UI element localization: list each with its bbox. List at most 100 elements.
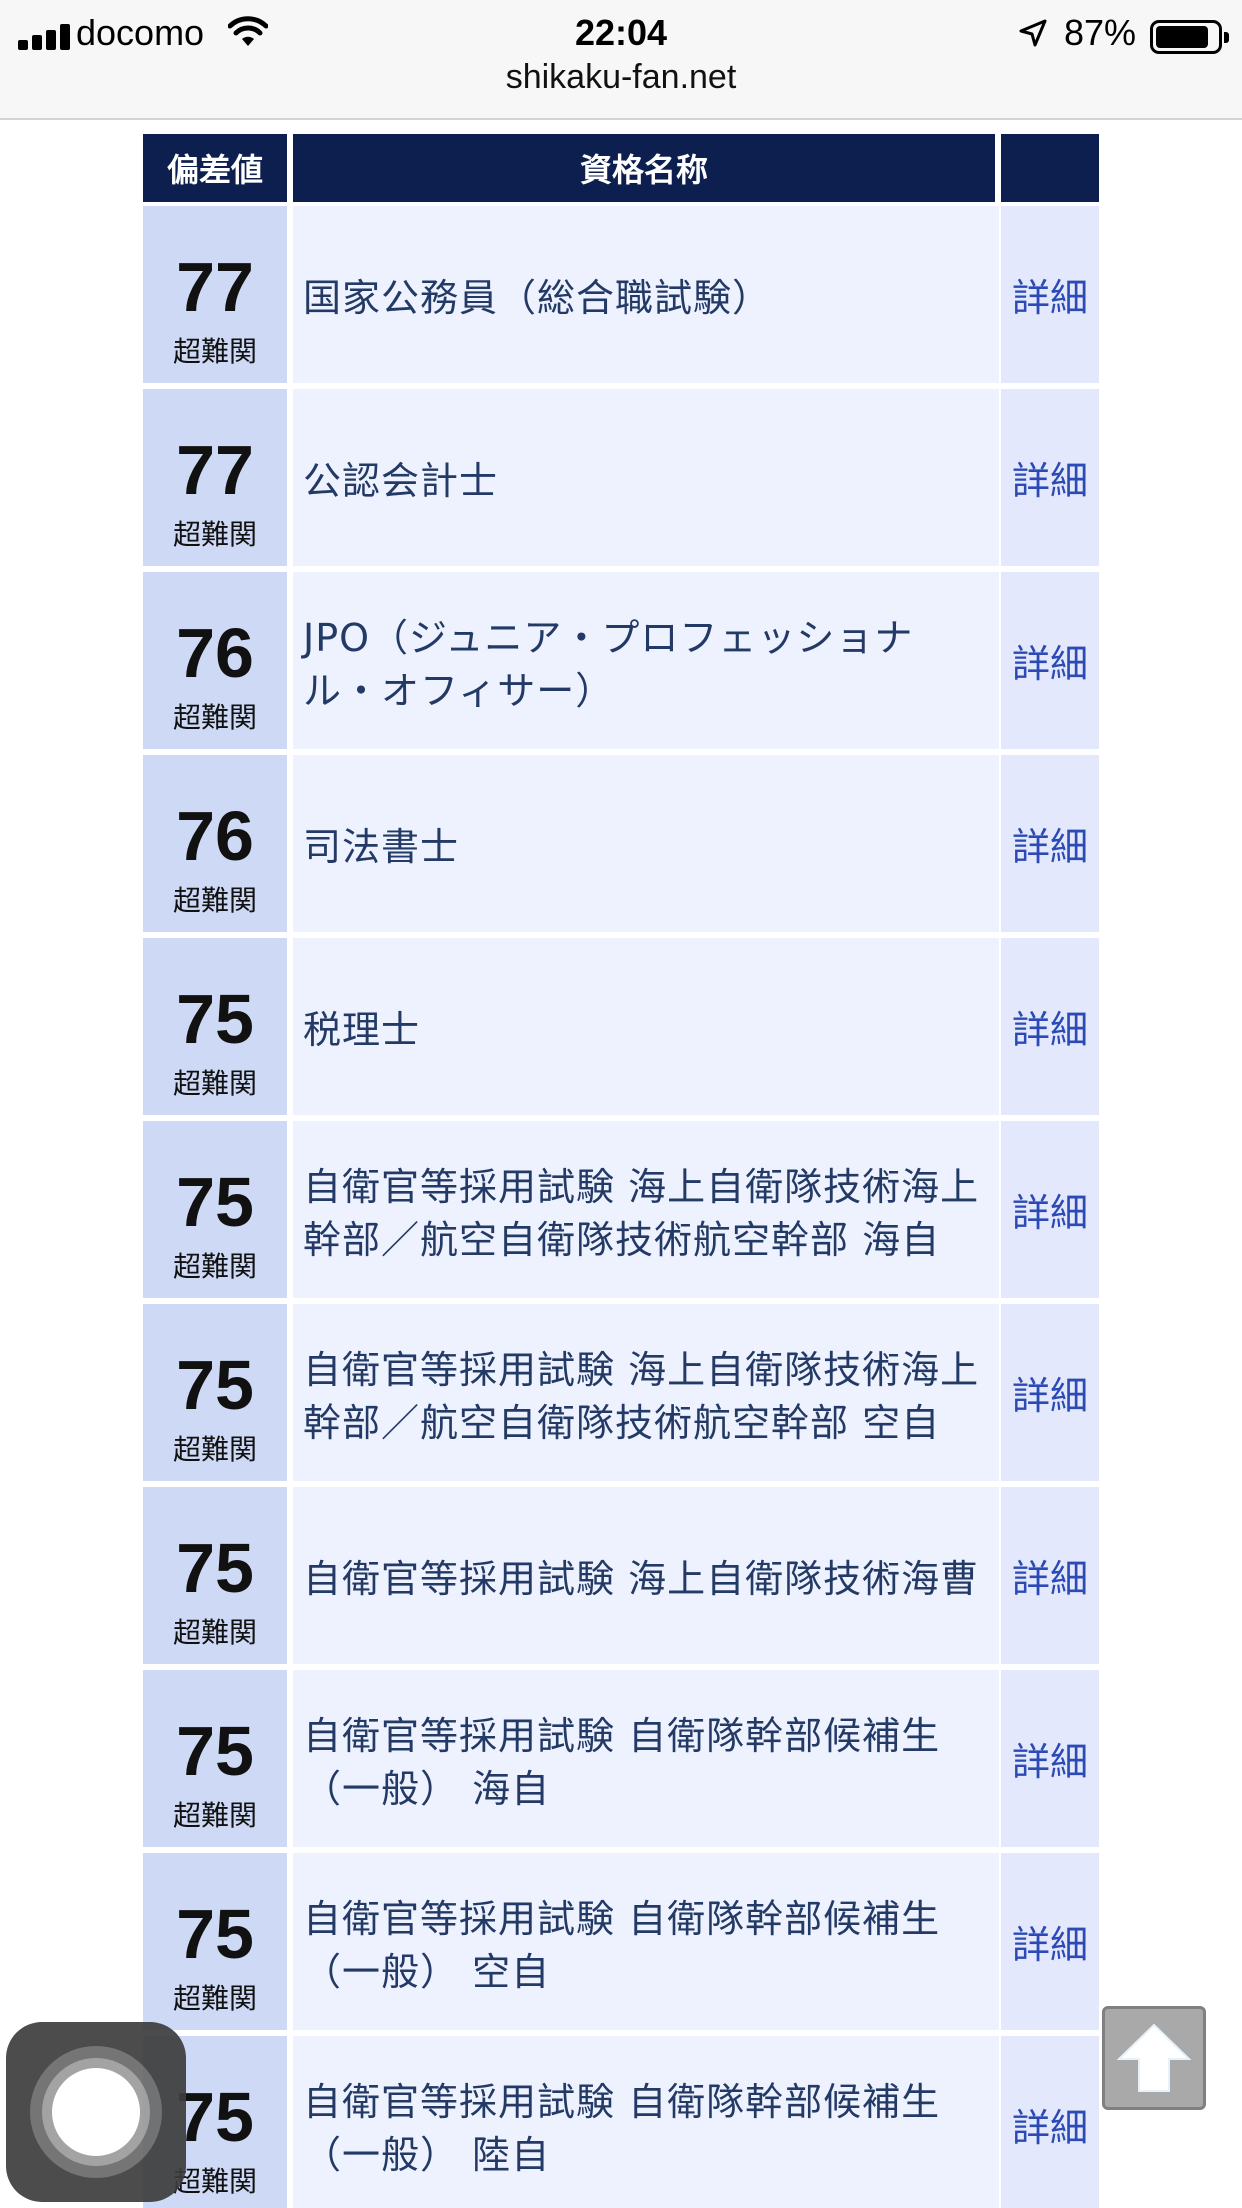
difficulty-label: 超難関: [172, 518, 257, 551]
qualification-name: 税理士: [303, 1008, 421, 1052]
table-header: 偏差値 資格名称: [143, 134, 1099, 202]
score-cell: 75 超難関: [143, 1304, 287, 1481]
qualification-name: 自衛官等採用試験 海上自衛隊技術海上幹部／航空自衛隊技術航空幹部 海自: [303, 1164, 980, 1262]
battery-percent: 87%: [1064, 12, 1137, 53]
detail-cell: 詳細: [1001, 389, 1099, 566]
table-row: 75 超難関 自衛官等採用試験 海上自衛隊技術海上幹部／航空自衛隊技術航空幹部 空自…: [143, 1304, 1099, 1487]
score-cell: 77 超難関: [143, 389, 287, 566]
table-row: 75 超難関 自衛官等採用試験 自衛隊幹部候補生（一般） 海自 詳細: [143, 1670, 1099, 1853]
table-row: 76 超難関 司法書士 詳細: [143, 755, 1099, 938]
difficulty-label: 超難関: [172, 335, 257, 368]
deviation-score: 75: [176, 1712, 254, 1790]
qualification-name: 公認会計士: [303, 459, 499, 503]
difficulty-label: 超難関: [172, 1067, 257, 1100]
table-row: 75 超難関 自衛官等採用試験 海上自衛隊技術海曹 詳細: [143, 1487, 1099, 1670]
qualification-cell: 自衛官等採用試験 海上自衛隊技術海上幹部／航空自衛隊技術航空幹部 海自: [293, 1121, 999, 1298]
assistive-touch-button[interactable]: [6, 2022, 186, 2202]
qualification-name: 自衛官等採用試験 自衛隊幹部候補生（一般） 陸自: [303, 2079, 941, 2177]
detail-link[interactable]: 詳細: [1012, 1182, 1088, 1237]
table-row: 75 超難関 自衛官等採用試験 自衛隊幹部候補生（一般） 陸自 詳細: [143, 2036, 1099, 2208]
detail-cell: 詳細: [1001, 2036, 1099, 2208]
detail-cell: 詳細: [1001, 1121, 1099, 1298]
score-cell: 75 超難関: [143, 938, 287, 1115]
qualification-cell: 自衛官等採用試験 自衛隊幹部候補生（一般） 海自: [293, 1670, 999, 1847]
deviation-score: 75: [176, 1346, 254, 1424]
detail-cell: 詳細: [1001, 1487, 1099, 1664]
qualification-cell: 司法書士: [293, 755, 999, 932]
deviation-score: 76: [176, 614, 254, 692]
detail-link[interactable]: 詳細: [1012, 999, 1088, 1054]
table-row: 77 超難関 公認会計士 詳細: [143, 389, 1099, 572]
score-cell: 77 超難関: [143, 206, 287, 383]
detail-cell: 詳細: [1001, 1304, 1099, 1481]
score-cell: 75 超難関: [143, 1487, 287, 1664]
qualification-cell: JPO（ジュニア・プロフェッショナル・オフィサー）: [293, 572, 999, 749]
deviation-score: 75: [176, 1895, 254, 1973]
score-cell: 76 超難関: [143, 572, 287, 749]
detail-link[interactable]: 詳細: [1012, 267, 1088, 322]
detail-link[interactable]: 詳細: [1012, 1365, 1088, 1420]
detail-link[interactable]: 詳細: [1012, 1731, 1088, 1786]
qualification-cell: 自衛官等採用試験 海上自衛隊技術海上幹部／航空自衛隊技術航空幹部 空自: [293, 1304, 999, 1481]
detail-link[interactable]: 詳細: [1012, 633, 1088, 688]
qualification-cell: 公認会計士: [293, 389, 999, 566]
qualification-name: JPO（ジュニア・プロフェッショナル・オフィサー）: [303, 615, 914, 713]
table-row: 75 超難関 自衛官等採用試験 海上自衛隊技術海上幹部／航空自衛隊技術航空幹部 海自…: [143, 1121, 1099, 1304]
detail-link[interactable]: 詳細: [1012, 1914, 1088, 1969]
qualification-name: 自衛官等採用試験 海上自衛隊技術海曹: [303, 1557, 980, 1601]
difficulty-label: 超難関: [172, 1433, 257, 1466]
detail-cell: 詳細: [1001, 1670, 1099, 1847]
score-cell: 75 超難関: [143, 1670, 287, 1847]
scroll-to-top-button[interactable]: [1102, 2006, 1206, 2110]
detail-link[interactable]: 詳細: [1012, 2097, 1088, 2152]
ranking-table: 偏差値 資格名称 77 超難関 国家公務員（総合職試験） 詳細 77 超難関 公認会計士 詳細…: [143, 134, 1099, 2208]
difficulty-label: 超難関: [172, 884, 257, 917]
score-cell: 75 超難関: [143, 1853, 287, 2030]
address-bar[interactable]: shikaku-fan.net: [0, 58, 1242, 97]
difficulty-label: 超難関: [172, 1616, 257, 1649]
detail-cell: 詳細: [1001, 1853, 1099, 2030]
difficulty-label: 超難関: [172, 701, 257, 734]
qualification-name: 自衛官等採用試験 自衛隊幹部候補生（一般） 海自: [303, 1713, 941, 1811]
header-detail: [1001, 134, 1099, 202]
detail-link[interactable]: 詳細: [1012, 1548, 1088, 1603]
header-score: 偏差値: [143, 134, 287, 202]
status-bar: docomo 22:04 87%: [0, 8, 1242, 54]
header-name: 資格名称: [293, 134, 995, 202]
deviation-score: 75: [176, 1163, 254, 1241]
browser-top-bar: docomo 22:04 87% shikaku-fan.net: [0, 0, 1242, 120]
location-arrow-icon: [1019, 19, 1047, 47]
difficulty-label: 超難関: [172, 1250, 257, 1283]
deviation-score: 77: [176, 431, 254, 509]
deviation-score: 76: [176, 797, 254, 875]
qualification-cell: 自衛官等採用試験 自衛隊幹部候補生（一般） 空自: [293, 1853, 999, 2030]
detail-cell: 詳細: [1001, 938, 1099, 1115]
table-row: 77 超難関 国家公務員（総合職試験） 詳細: [143, 206, 1099, 389]
difficulty-label: 超難関: [172, 1982, 257, 2015]
clock: 22:04: [574, 12, 668, 53]
battery-icon: [1150, 20, 1229, 54]
score-cell: 75 超難関: [143, 1121, 287, 1298]
qualification-name: 国家公務員（総合職試験）: [303, 276, 772, 320]
qualification-name: 自衛官等採用試験 海上自衛隊技術海上幹部／航空自衛隊技術航空幹部 空自: [303, 1347, 980, 1445]
detail-link[interactable]: 詳細: [1012, 450, 1088, 505]
detail-cell: 詳細: [1001, 572, 1099, 749]
table-row: 75 超難関 自衛官等採用試験 自衛隊幹部候補生（一般） 空自 詳細: [143, 1853, 1099, 2036]
deviation-score: 75: [176, 980, 254, 1058]
qualification-cell: 自衛官等採用試験 自衛隊幹部候補生（一般） 陸自: [293, 2036, 999, 2208]
qualification-cell: 自衛官等採用試験 海上自衛隊技術海曹: [293, 1487, 999, 1664]
difficulty-label: 超難関: [172, 1799, 257, 1832]
table-row: 76 超難関 JPO（ジュニア・プロフェッショナル・オフィサー） 詳細: [143, 572, 1099, 755]
table-body: 77 超難関 国家公務員（総合職試験） 詳細 77 超難関 公認会計士 詳細 76 超難関 JPO（…: [143, 206, 1099, 2208]
detail-cell: 詳細: [1001, 755, 1099, 932]
table-row: 75 超難関 税理士 詳細: [143, 938, 1099, 1121]
detail-cell: 詳細: [1001, 206, 1099, 383]
deviation-score: 75: [176, 1529, 254, 1607]
qualification-cell: 税理士: [293, 938, 999, 1115]
score-cell: 76 超難関: [143, 755, 287, 932]
arrow-up-icon: [1116, 2023, 1192, 2092]
detail-link[interactable]: 詳細: [1012, 816, 1088, 871]
qualification-name: 自衛官等採用試験 自衛隊幹部候補生（一般） 空自: [303, 1896, 941, 1994]
qualification-cell: 国家公務員（総合職試験）: [293, 206, 999, 383]
deviation-score: 77: [176, 248, 254, 326]
